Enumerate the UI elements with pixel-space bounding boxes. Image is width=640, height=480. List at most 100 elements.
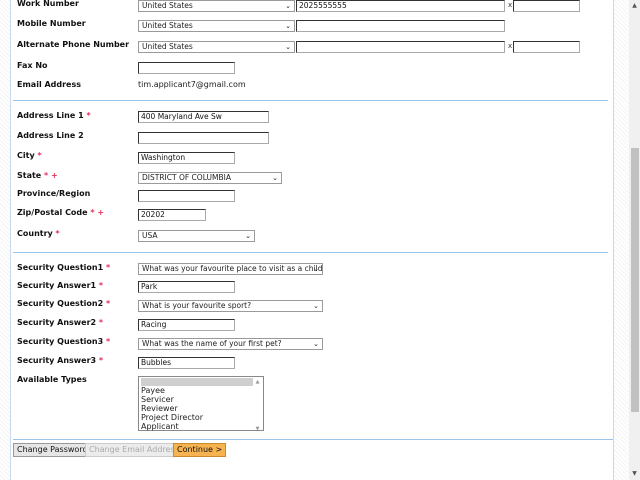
change-email-button[interactable]: Change Email Address [85, 443, 183, 457]
scrollbar-thumb[interactable] [631, 148, 639, 412]
province-label: Province/Region [17, 189, 91, 198]
security-answer2-label: Security Answer2 * [17, 318, 103, 327]
list-option[interactable]: Applicant [141, 422, 263, 431]
required-mark: * [105, 337, 111, 346]
alt-number-input[interactable] [296, 41, 505, 53]
fax-input[interactable] [138, 62, 235, 74]
label-text: Security Answer3 [17, 356, 97, 365]
ext-separator: x [508, 42, 513, 50]
chevron-down-icon: ⌄ [272, 174, 278, 182]
zip-input[interactable]: 20202 [138, 209, 206, 221]
required-mark: * [90, 208, 95, 217]
alt-country-select[interactable]: United States ⌄ [138, 41, 295, 53]
alt-ext-input[interactable] [513, 41, 580, 53]
conditional-mark: + [51, 171, 58, 180]
label-text: Security Question2 [17, 299, 104, 308]
listbox-scrollbar[interactable]: ▲ ▼ [253, 378, 262, 432]
required-mark: * [44, 171, 49, 180]
selected-value: United States [142, 21, 193, 30]
city-label: City * [17, 151, 42, 160]
selected-value: USA [142, 231, 158, 240]
security-question2-select[interactable]: What is your favourite sport? ⌄ [138, 300, 323, 312]
security-answer1-input[interactable]: Park [138, 281, 235, 293]
security-question1-label: Security Question1 * [17, 263, 110, 272]
divider [13, 252, 608, 253]
scroll-down-icon[interactable]: ▼ [253, 425, 262, 434]
security-answer2-input[interactable]: Racing [138, 319, 235, 331]
required-mark: * [105, 263, 111, 272]
security-answer3-input[interactable]: Bubbles [138, 357, 235, 369]
country-label: Country * [17, 229, 60, 238]
address-line2-label: Address Line 2 [17, 131, 84, 140]
scroll-up-icon[interactable]: ▲ [253, 378, 262, 387]
left-margin [0, 0, 11, 480]
selected-value: United States [142, 1, 193, 10]
email-value: tim.applicant7@gmail.com [138, 80, 246, 89]
label-text: Address Line 1 [17, 111, 84, 120]
work-number-input[interactable]: 2025555555 [296, 0, 505, 12]
mobile-number-label: Mobile Number [17, 19, 86, 28]
label-text: Security Answer2 [17, 318, 97, 327]
required-mark: * [98, 281, 104, 290]
scroll-down-icon[interactable]: ▼ [629, 470, 640, 477]
mobile-number-input[interactable] [296, 20, 505, 32]
security-answer3-label: Security Answer3 * [17, 356, 103, 365]
label-text: Zip/Postal Code [17, 208, 88, 217]
security-answer1-label: Security Answer1 * [17, 281, 103, 290]
label-text: State [17, 171, 42, 180]
security-question3-select[interactable]: What was the name of your first pet? ⌄ [138, 338, 323, 350]
list-option[interactable]: Project Director [141, 413, 263, 422]
label-text: Security Question3 [17, 337, 104, 346]
chevron-down-icon: ⌄ [285, 22, 291, 30]
email-label: Email Address [17, 80, 82, 89]
country-select[interactable]: USA ⌄ [138, 230, 255, 242]
required-mark: * [55, 229, 60, 238]
work-country-select[interactable]: United States ⌄ [138, 0, 295, 12]
chevron-down-icon: ⌄ [285, 2, 291, 10]
city-input[interactable]: Washington [138, 152, 235, 164]
selected-value: DISTRICT OF COLUMBIA [142, 173, 231, 182]
required-mark: * [98, 356, 104, 365]
fax-label: Fax No [17, 61, 48, 70]
state-select[interactable]: DISTRICT OF COLUMBIA ⌄ [138, 172, 282, 184]
mobile-country-select[interactable]: United States ⌄ [138, 20, 295, 32]
list-option[interactable]: Reviewer [141, 404, 263, 413]
address-line1-label: Address Line 1 * [17, 111, 91, 120]
label-text: City [17, 151, 35, 160]
available-types-listbox[interactable]: Payee Servicer Reviewer Project Director… [138, 376, 264, 432]
continue-button[interactable]: Continue > [173, 443, 227, 457]
divider [13, 100, 608, 101]
selected-value: What was your favourite place to visit a… [142, 264, 323, 273]
required-mark: * [105, 299, 111, 308]
label-text: Security Question1 [17, 263, 104, 272]
work-number-label: Work Number [17, 0, 79, 8]
list-option-blank[interactable] [141, 378, 253, 386]
address-line2-input[interactable] [138, 132, 269, 144]
list-option[interactable]: Payee [141, 386, 263, 395]
list-option[interactable]: Servicer [141, 395, 263, 404]
scrollbar[interactable]: ▲ ▼ [629, 0, 640, 480]
chevron-down-icon: ⌄ [285, 43, 291, 51]
selected-value: What was the name of your first pet? [142, 339, 282, 348]
divider [13, 439, 613, 440]
change-password-button[interactable]: Change Password [13, 443, 92, 457]
available-types-label: Available Types [17, 375, 87, 384]
ext-separator: x [508, 1, 513, 9]
security-question1-select[interactable]: What was your favourite place to visit a… [138, 263, 323, 275]
work-ext-input[interactable] [513, 0, 580, 12]
security-question2-label: Security Question2 * [17, 299, 110, 308]
zip-label: Zip/Postal Code * + [17, 208, 104, 217]
conditional-mark: + [97, 208, 105, 217]
chevron-down-icon: ⌄ [245, 232, 251, 240]
alternate-phone-label: Alternate Phone Number [17, 40, 130, 49]
chevron-down-icon: ⌄ [313, 265, 319, 273]
required-mark: * [37, 151, 42, 160]
label-text: Security Answer1 [17, 281, 97, 290]
scroll-up-icon[interactable]: ▲ [629, 2, 640, 9]
chevron-down-icon: ⌄ [313, 302, 319, 310]
selected-value: United States [142, 42, 193, 51]
address-line1-input[interactable]: 400 Maryland Ave Sw [138, 111, 269, 123]
required-mark: * [86, 111, 91, 120]
province-input[interactable] [138, 190, 235, 202]
selected-value: What is your favourite sport? [142, 301, 252, 310]
